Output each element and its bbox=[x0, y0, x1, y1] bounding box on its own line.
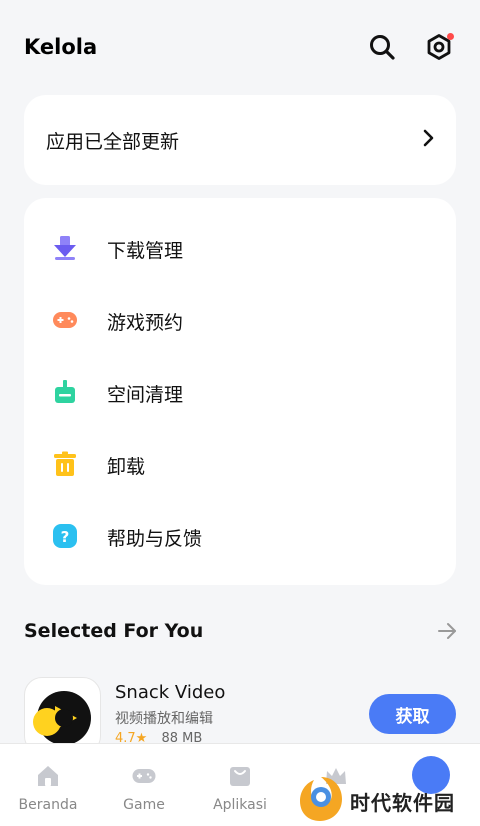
section-title: Selected For You bbox=[24, 620, 204, 642]
nav-item-beranda[interactable]: Beranda bbox=[0, 744, 96, 826]
menu-item-download-manager[interactable]: 下载管理 bbox=[24, 215, 456, 287]
nav-item-game[interactable]: Game bbox=[96, 744, 192, 826]
gamepad-icon bbox=[132, 764, 156, 788]
manage-menu: 下载管理 游戏预约 空间清理 卸载 ? 帮助与反馈 bbox=[24, 198, 456, 585]
search-icon[interactable] bbox=[367, 32, 397, 62]
menu-label: 帮助与反馈 bbox=[107, 528, 203, 550]
notification-dot bbox=[447, 33, 454, 40]
menu-item-uninstall[interactable]: 卸载 bbox=[24, 431, 456, 503]
broom-icon bbox=[52, 379, 78, 405]
page-title: Kelola bbox=[24, 35, 98, 59]
menu-label: 下载管理 bbox=[107, 240, 184, 262]
menu-label: 游戏预约 bbox=[107, 312, 184, 334]
watermark-text: 时代软件园 bbox=[350, 791, 455, 815]
menu-label: 卸载 bbox=[107, 456, 146, 478]
bag-icon bbox=[228, 764, 252, 788]
gamepad-icon bbox=[52, 307, 78, 333]
nav-label: Aplikasi bbox=[213, 797, 267, 813]
menu-item-game-reservation[interactable]: 游戏预约 bbox=[24, 287, 456, 359]
update-status-label: 应用已全部更新 bbox=[46, 131, 180, 153]
watermark: 时代软件园 bbox=[298, 773, 478, 823]
trash-icon bbox=[52, 451, 78, 477]
chevron-right-icon bbox=[422, 128, 436, 148]
home-icon bbox=[36, 764, 60, 788]
svg-text:?: ? bbox=[61, 528, 70, 546]
app-list-item[interactable]: Snack Video 视频播放和编辑 4.7★ 88 MB 获取 bbox=[0, 672, 480, 754]
update-status-card[interactable]: 应用已全部更新 bbox=[24, 95, 456, 185]
menu-item-help-feedback[interactable]: ? 帮助与反馈 bbox=[24, 503, 456, 575]
watermark-logo bbox=[298, 773, 344, 823]
menu-label: 空间清理 bbox=[107, 384, 184, 406]
arrow-right-icon[interactable] bbox=[436, 620, 458, 642]
app-name: Snack Video bbox=[115, 682, 226, 703]
nav-item-aplikasi[interactable]: Aplikasi bbox=[192, 744, 288, 826]
help-icon: ? bbox=[52, 523, 78, 549]
app-description: 视频播放和编辑 bbox=[115, 711, 213, 727]
nav-label: Beranda bbox=[18, 797, 78, 813]
download-icon bbox=[52, 235, 78, 261]
top-bar: Kelola bbox=[0, 0, 480, 95]
get-app-button[interactable]: 获取 bbox=[369, 694, 456, 734]
menu-item-space-cleanup[interactable]: 空间清理 bbox=[24, 359, 456, 431]
nav-label: Game bbox=[123, 797, 165, 813]
settings-icon[interactable] bbox=[424, 32, 454, 62]
